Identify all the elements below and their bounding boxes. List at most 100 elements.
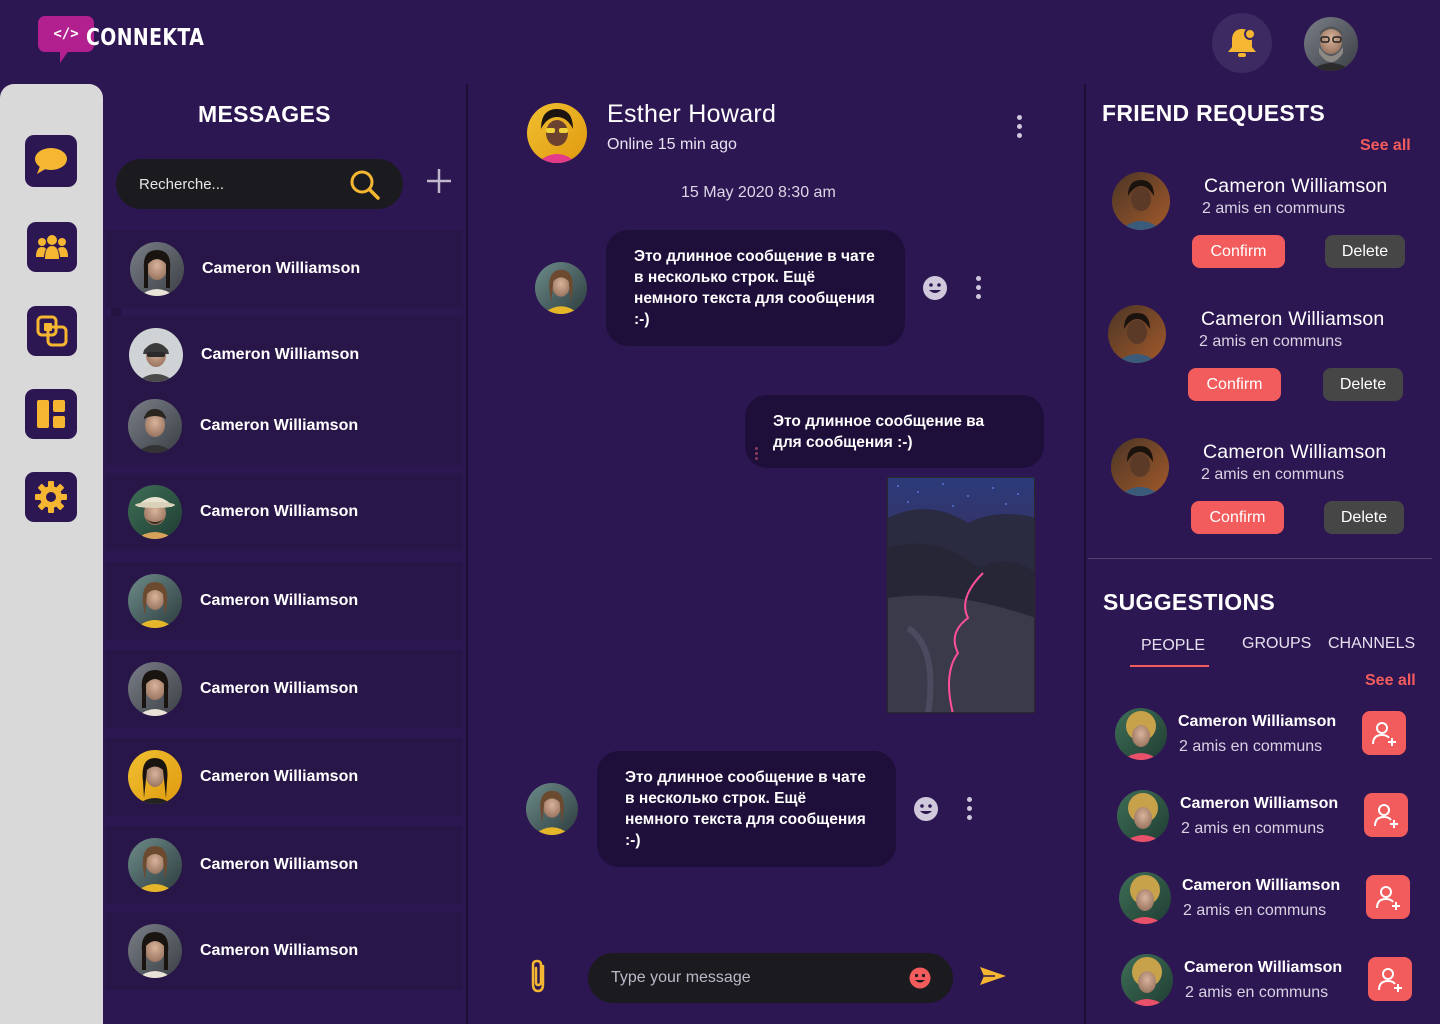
tab-people[interactable]: PEOPLE: [1141, 637, 1205, 655]
rail-settings-button[interactable]: [25, 472, 77, 522]
mutual-friends: 2 amis en communs: [1183, 902, 1327, 919]
conversation-item[interactable]: Cameron Williamson: [105, 562, 463, 640]
sender-avatar: [526, 783, 578, 835]
suggestions-see-all-link[interactable]: See all: [1365, 672, 1416, 690]
emoji-icon[interactable]: [909, 967, 931, 989]
message-options-icon[interactable]: [755, 447, 758, 460]
suggestion-avatar: [1119, 872, 1171, 924]
conversation-name: Cameron Williamson: [200, 592, 359, 609]
conversation-name: Cameron Williamson: [202, 260, 361, 277]
requester-name: Cameron Williamson: [1203, 441, 1387, 463]
suggestion-name: Cameron Williamson: [1180, 795, 1339, 812]
attachment-icon[interactable]: [526, 958, 550, 994]
suggestion-avatar: [1115, 708, 1167, 760]
notifications-button[interactable]: [1212, 13, 1272, 73]
conversation-name: Cameron Williamson: [200, 768, 359, 785]
divider: [1084, 84, 1086, 1024]
add-friend-button[interactable]: [1362, 711, 1406, 755]
conversation-name: Cameron Williamson: [200, 856, 359, 873]
smiley-icon[interactable]: [922, 275, 948, 301]
search-input[interactable]: [139, 175, 329, 193]
friend-requests-title: FRIEND REQUESTS: [1102, 100, 1326, 126]
avatar: [130, 242, 184, 296]
search-box[interactable]: [116, 159, 403, 209]
message-bubble-outgoing: Это длинное сообщение ва для сообщения :…: [745, 395, 1044, 468]
divider: [466, 84, 468, 1024]
send-icon[interactable]: [979, 966, 1007, 986]
suggestion-avatar: [1121, 954, 1173, 1006]
avatar: [129, 328, 183, 382]
message-options-icon[interactable]: [976, 276, 981, 299]
contact-name: Esther Howard: [607, 100, 777, 128]
conversation-item[interactable]: Cameron Williamson: [105, 826, 463, 904]
link-icon: [36, 315, 68, 347]
new-conversation-button[interactable]: [426, 168, 452, 194]
suggestion-name: Cameron Williamson: [1178, 713, 1337, 730]
rail-groups-button[interactable]: [27, 222, 77, 272]
message-input[interactable]: [611, 969, 891, 987]
delete-button[interactable]: Delete: [1323, 368, 1403, 401]
conversation-item[interactable]: Cameron Williamson: [105, 230, 463, 308]
requester-avatar: [1108, 305, 1166, 363]
conversation-item[interactable]: Cameron Williamson: [105, 473, 463, 551]
tab-channels[interactable]: CHANNELS: [1328, 635, 1415, 653]
rail-dashboard-button[interactable]: [25, 389, 77, 439]
mutual-friends: 2 amis en communs: [1201, 466, 1345, 483]
mutual-friends: 2 amis en communs: [1199, 333, 1343, 350]
dashboard-icon: [37, 400, 65, 428]
shared-photo[interactable]: [887, 477, 1035, 713]
group-icon: [36, 235, 68, 259]
app-logo[interactable]: </> CONNEKTA: [38, 16, 230, 64]
confirm-button[interactable]: Confirm: [1191, 501, 1284, 534]
conversation-name: Cameron Williamson: [200, 680, 359, 697]
conversation-name: Cameron Williamson: [200, 942, 359, 959]
chat-date: 15 May 2020 8:30 am: [681, 184, 836, 201]
section-divider: [1088, 558, 1432, 559]
friend-requests-see-all-link[interactable]: See all: [1360, 137, 1411, 155]
avatar: [128, 574, 182, 628]
chat-options-icon[interactable]: [1017, 115, 1022, 138]
suggestion-avatar: [1117, 790, 1169, 842]
mutual-friends: 2 amis en communs: [1179, 738, 1323, 755]
conversation-item[interactable]: Cameron Williamson: [105, 912, 463, 990]
user-avatar[interactable]: [1304, 17, 1358, 71]
smiley-icon[interactable]: [913, 796, 939, 822]
avatar: [128, 485, 182, 539]
messages-panel: MESSAGES Cameron Williamson Cameron Will…: [103, 84, 467, 1024]
requester-avatar: [1112, 172, 1170, 230]
conversation-name: Cameron Williamson: [201, 346, 360, 363]
conversation-item[interactable]: Cameron Williamson: [105, 316, 463, 394]
settings-icon: [35, 481, 67, 513]
add-friend-button[interactable]: [1368, 957, 1412, 1001]
conversation-name: Cameron Williamson: [200, 417, 359, 434]
rail-connections-button[interactable]: [27, 306, 77, 356]
requester-name: Cameron Williamson: [1201, 308, 1385, 330]
message-options-icon[interactable]: [967, 797, 972, 820]
add-user-icon: [1376, 886, 1400, 910]
conversation-item[interactable]: Cameron Williamson: [105, 650, 463, 728]
delete-button[interactable]: Delete: [1324, 501, 1404, 534]
rail-chat-button[interactable]: [25, 135, 77, 187]
confirm-button[interactable]: Confirm: [1192, 235, 1285, 268]
mutual-friends: 2 amis en communs: [1185, 984, 1329, 1001]
avatar: [128, 399, 182, 453]
logo-icon: </>: [38, 16, 94, 64]
delete-button[interactable]: Delete: [1325, 235, 1405, 268]
avatar: [128, 750, 182, 804]
search-icon[interactable]: [349, 169, 381, 201]
add-user-icon: [1374, 804, 1398, 828]
compose-box[interactable]: [588, 953, 953, 1003]
confirm-button[interactable]: Confirm: [1188, 368, 1281, 401]
mutual-friends: 2 amis en communs: [1181, 820, 1325, 837]
active-tab-indicator: [1130, 665, 1209, 667]
add-friend-button[interactable]: [1364, 793, 1408, 837]
avatar: [128, 924, 182, 978]
contact-avatar[interactable]: [527, 103, 587, 163]
sender-avatar: [535, 262, 587, 314]
avatar: [128, 838, 182, 892]
tab-groups[interactable]: GROUPS: [1242, 635, 1311, 653]
add-user-icon: [1372, 722, 1396, 746]
conversation-item[interactable]: Cameron Williamson: [105, 738, 463, 816]
conversation-item[interactable]: Cameron Williamson: [105, 387, 463, 465]
add-friend-button[interactable]: [1366, 875, 1410, 919]
